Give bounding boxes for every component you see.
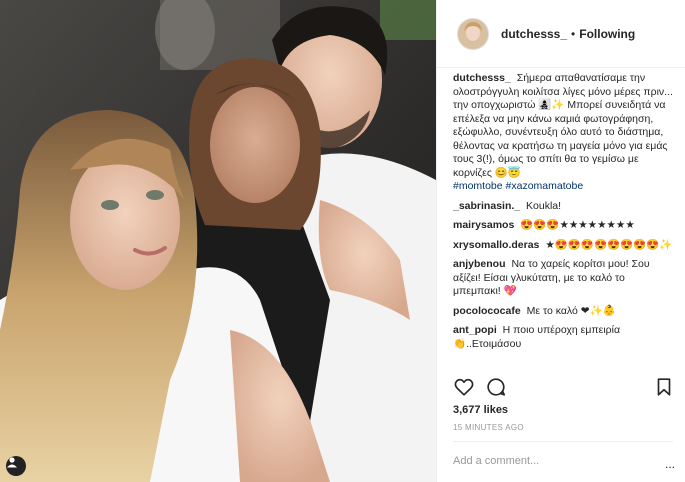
comment-text: ★😍😍😍😍😍😍😍😍✨ xyxy=(545,238,673,251)
comment-item: anjybenou Να το χαρείς κορίτσι μου! Σου … xyxy=(453,258,675,299)
post-side-panel: dutchesss_ • Following dutchesss_ Σήμερα… xyxy=(436,0,685,482)
more-options-button[interactable]: ... xyxy=(665,457,675,471)
comment-username[interactable]: ant_popi xyxy=(453,324,497,336)
comment-item: xrysomallo.deras ★😍😍😍😍😍😍😍😍✨ xyxy=(453,239,675,253)
post-photo-image xyxy=(0,0,436,482)
post-header: dutchesss_ • Following xyxy=(437,0,685,68)
comment-username[interactable]: anjybenou xyxy=(453,258,506,270)
following-button[interactable]: Following xyxy=(579,27,635,41)
comment-text: Koukla! xyxy=(526,199,562,212)
caption-hashtags: #momtobe #xazomamatobe xyxy=(453,180,675,194)
post-photo[interactable] xyxy=(0,0,436,482)
comment-item: pocolococafe Με το καλό ❤✨👶 xyxy=(453,305,675,319)
comment-username[interactable]: xrysomallo.deras xyxy=(453,239,539,251)
comment-text: 😍😍😍★★★★★★★★ xyxy=(520,219,635,231)
likes-count[interactable]: 3,677 likes xyxy=(453,404,508,416)
comment-item: mairysamos 😍😍😍★★★★★★★★ xyxy=(453,219,675,233)
comment-username[interactable]: mairysamos xyxy=(453,219,514,231)
comments-list[interactable]: dutchesss_ Σήμερα απαθανατίσαμε την ολοσ… xyxy=(453,72,675,366)
avatar[interactable] xyxy=(457,17,489,50)
tagged-user-icon[interactable] xyxy=(6,456,26,476)
comment-text: Με το καλό ❤✨👶 xyxy=(526,304,616,317)
caption-username[interactable]: dutchesss_ xyxy=(453,72,511,84)
heart-icon[interactable] xyxy=(453,376,475,398)
post-timestamp[interactable]: 15 MINUTES AGO xyxy=(453,423,524,432)
post-actions xyxy=(453,376,675,400)
hashtag-link[interactable]: #momtobe xyxy=(453,180,503,192)
comment-item: ant_popi Η ποιο υπέροχη εμπειρία 👏..Ετοι… xyxy=(453,324,675,351)
bookmark-icon[interactable] xyxy=(653,376,675,398)
post-author-username[interactable]: dutchesss_ xyxy=(501,27,567,41)
add-comment-input[interactable]: Add a comment... xyxy=(453,455,539,467)
comment-username[interactable]: pocolococafe xyxy=(453,305,521,317)
caption: dutchesss_ Σήμερα απαθανατίσαμε την ολοσ… xyxy=(453,72,675,194)
comment-item: _sabrinasin._ Koukla! xyxy=(453,200,675,214)
comment-username[interactable]: _sabrinasin._ xyxy=(453,200,520,212)
header-separator: • xyxy=(571,26,576,41)
caption-text: Σήμερα απαθανατίσαμε την ολοστρόγγυλη κο… xyxy=(453,72,673,179)
hashtag-link[interactable]: #xazomamatobe xyxy=(506,180,584,192)
divider xyxy=(453,441,673,442)
comment-icon[interactable] xyxy=(485,376,507,398)
